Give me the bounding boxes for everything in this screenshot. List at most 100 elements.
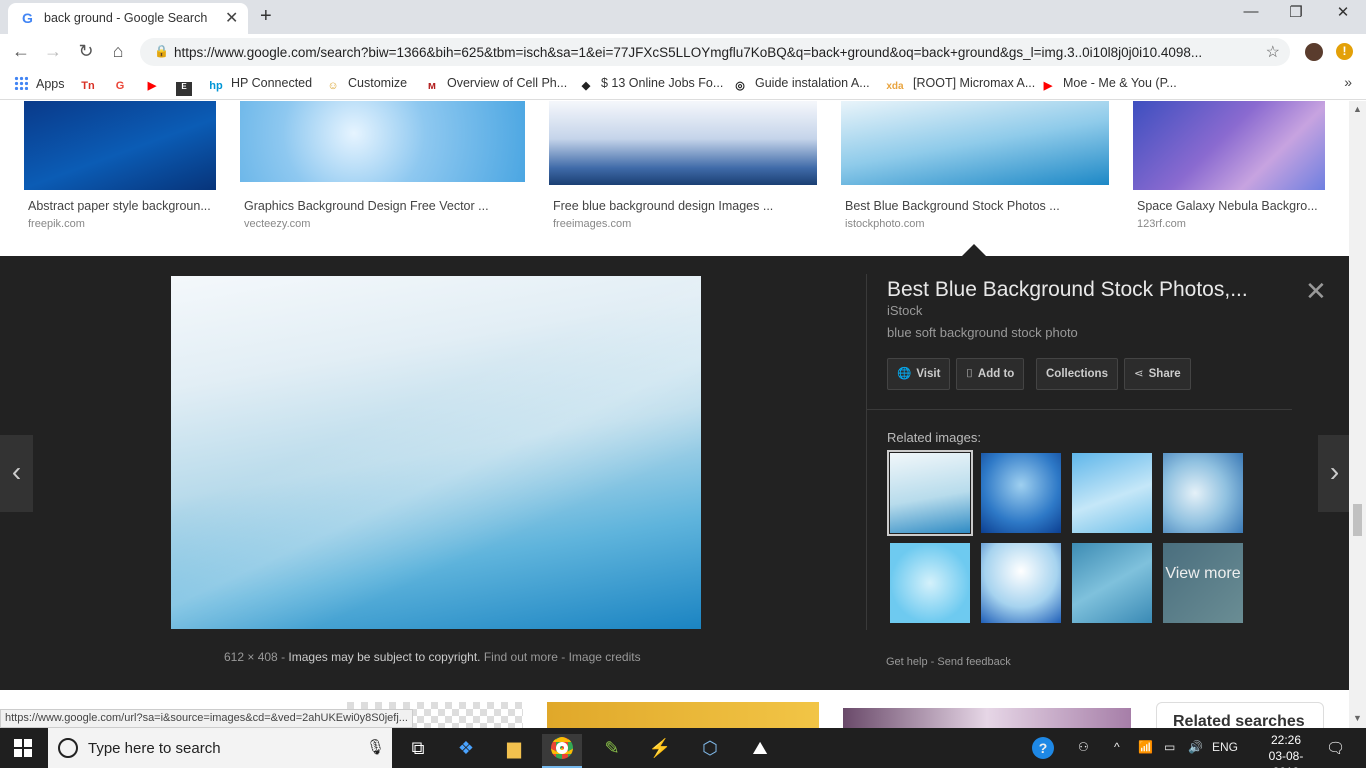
- close-preview-icon[interactable]: ✕: [1305, 276, 1327, 307]
- result-thumbnail[interactable]: [240, 101, 525, 182]
- bookmark-apps[interactable]: Apps: [14, 76, 65, 91]
- notepad-icon[interactable]: ✎: [592, 734, 632, 768]
- related-image[interactable]: [890, 543, 970, 623]
- related-image[interactable]: [1072, 453, 1152, 533]
- guide-icon: ◎: [735, 80, 745, 92]
- bookmark-guide[interactable]: ◎ Guide instalation A...: [732, 76, 869, 93]
- 3d-box-icon[interactable]: ⬡: [690, 734, 730, 768]
- result-thumbnail[interactable]: [24, 101, 216, 190]
- tn-icon: Tn: [81, 80, 95, 92]
- home-button[interactable]: ⌂: [107, 41, 129, 62]
- visit-button[interactable]: 🌐 Visit: [887, 358, 951, 390]
- share-button[interactable]: ⋖ Share: [1124, 358, 1191, 390]
- copyright-notice: Images may be subject to copyright.: [288, 650, 481, 664]
- result-title[interactable]: Free blue background design Images ...: [553, 199, 773, 213]
- previous-image-button[interactable]: ‹: [0, 435, 33, 512]
- apps-grid-icon: [14, 76, 28, 90]
- result-title[interactable]: Best Blue Background Stock Photos ...: [845, 199, 1060, 213]
- image-credits-link[interactable]: Image credits: [569, 650, 641, 664]
- battery-icon[interactable]: ▭: [1164, 740, 1175, 754]
- show-hidden-icons-icon[interactable]: ^: [1114, 740, 1120, 754]
- customize-icon: ☺: [327, 80, 339, 92]
- file-explorer-icon[interactable]: ▆: [494, 734, 534, 768]
- page-scrollbar[interactable]: ▲ ▼: [1349, 101, 1366, 728]
- send-feedback-link[interactable]: Send feedback: [937, 656, 1010, 668]
- result-title[interactable]: Space Galaxy Nebula Backgro...: [1137, 199, 1318, 213]
- new-tab-button[interactable]: +: [260, 5, 272, 28]
- scroll-down-icon[interactable]: ▼: [1353, 713, 1362, 723]
- volume-icon[interactable]: 🔊: [1188, 740, 1203, 754]
- close-window-button[interactable]: ✕: [1328, 3, 1358, 21]
- more-bookmarks-icon[interactable]: »: [1344, 74, 1352, 90]
- view-more-button[interactable]: View more: [1163, 543, 1243, 623]
- result-thumbnail[interactable]: [843, 708, 1131, 728]
- microphone-icon[interactable]: 🎙: [366, 738, 385, 756]
- taskbar-search-box[interactable]: Type here to search 🎙: [48, 728, 392, 768]
- bookmark-youtube[interactable]: ▶: [144, 76, 167, 93]
- taskbar-search-placeholder[interactable]: Type here to search: [88, 740, 221, 757]
- tab-title: back ground - Google Search: [44, 11, 208, 25]
- result-thumbnail[interactable]: [549, 101, 817, 185]
- related-image[interactable]: [1163, 453, 1243, 533]
- help-icon[interactable]: ?: [1032, 737, 1054, 759]
- taskbar-clock[interactable]: 22:26 03-08-2019: [1256, 732, 1316, 780]
- close-tab-icon[interactable]: ✕: [225, 8, 238, 28]
- browser-tab[interactable]: G back ground - Google Search ✕: [8, 3, 248, 34]
- restore-button[interactable]: ❐: [1281, 3, 1311, 21]
- collections-button[interactable]: Collections: [1036, 358, 1118, 390]
- task-view-icon[interactable]: ⧉: [398, 734, 438, 768]
- clock-time: 22:26: [1270, 733, 1302, 747]
- profile-avatar[interactable]: [1305, 43, 1323, 61]
- related-image[interactable]: [1072, 543, 1152, 623]
- update-alert-icon[interactable]: !: [1336, 43, 1353, 60]
- result-thumbnail[interactable]: [841, 101, 1109, 185]
- related-image[interactable]: [981, 543, 1061, 623]
- wifi-icon[interactable]: 📶: [1138, 740, 1153, 754]
- result-title[interactable]: Graphics Background Design Free Vector .…: [244, 199, 489, 213]
- url-text[interactable]: https://www.google.com/search?biw=1366&b…: [174, 45, 1254, 60]
- eap-icon: E: [176, 82, 192, 96]
- globe-icon: 🌐: [897, 368, 912, 380]
- related-image[interactable]: [981, 453, 1061, 533]
- xda-icon: xda: [886, 81, 904, 92]
- preview-title[interactable]: Best Blue Background Stock Photos,...: [887, 278, 1248, 302]
- add-to-button[interactable]: ⌷ Add to: [956, 358, 1025, 390]
- action-center-icon[interactable]: 🗨: [1326, 739, 1345, 757]
- bookmark-hp-connected[interactable]: hp HP Connected: [208, 76, 312, 94]
- bookmark-tn[interactable]: Tn: [80, 76, 103, 94]
- bookmark-eap[interactable]: E: [176, 76, 199, 96]
- related-image[interactable]: [887, 450, 973, 536]
- result-thumbnail[interactable]: [1133, 101, 1325, 190]
- bookmark-customize[interactable]: ☺ Customize: [325, 76, 407, 94]
- bookmark-moe-me-you[interactable]: ▶ Moe - Me & You (P...: [1040, 76, 1177, 93]
- bookmark-online-jobs[interactable]: ◆ $ 13 Online Jobs Fo...: [578, 76, 724, 93]
- forward-button[interactable]: →: [42, 41, 64, 62]
- windows-start-icon[interactable]: [14, 739, 32, 757]
- bookmark-root-micromax[interactable]: xda [ROOT] Micromax A...: [884, 76, 1035, 95]
- lock-icon[interactable]: 🔒: [154, 44, 169, 58]
- preview-image[interactable]: [171, 276, 701, 629]
- language-indicator[interactable]: ENG: [1212, 740, 1238, 754]
- scroll-up-icon[interactable]: ▲: [1353, 104, 1362, 114]
- people-icon[interactable]: ⚇: [1078, 740, 1089, 754]
- result-thumbnail[interactable]: [547, 702, 819, 728]
- cortana-icon: [58, 738, 78, 758]
- photos-icon[interactable]: ⛰: [740, 734, 780, 768]
- scrollbar-thumb[interactable]: [1353, 504, 1362, 536]
- back-button[interactable]: ←: [10, 41, 32, 62]
- jobs-icon: ◆: [581, 80, 591, 92]
- next-image-button[interactable]: ›: [1318, 435, 1351, 512]
- dropbox-icon[interactable]: ❖: [446, 734, 486, 768]
- address-bar[interactable]: 🔒 https://www.google.com/search?biw=1366…: [140, 38, 1290, 66]
- bookmark-google[interactable]: G: [112, 76, 135, 94]
- bookmark-cell-phones[interactable]: ᴍ Overview of Cell Ph...: [424, 76, 567, 94]
- find-out-more-link[interactable]: Find out more: [484, 650, 558, 664]
- minimize-button[interactable]: —: [1236, 3, 1266, 20]
- result-title[interactable]: Abstract paper style backgroun...: [28, 199, 211, 213]
- chrome-icon[interactable]: [542, 734, 582, 768]
- section-divider: [867, 409, 1292, 410]
- reload-button[interactable]: ↻: [75, 41, 97, 62]
- lightning-icon[interactable]: ⚡: [640, 734, 680, 768]
- bookmark-star-icon[interactable]: ☆: [1266, 42, 1280, 62]
- get-help-link[interactable]: Get help: [886, 656, 928, 668]
